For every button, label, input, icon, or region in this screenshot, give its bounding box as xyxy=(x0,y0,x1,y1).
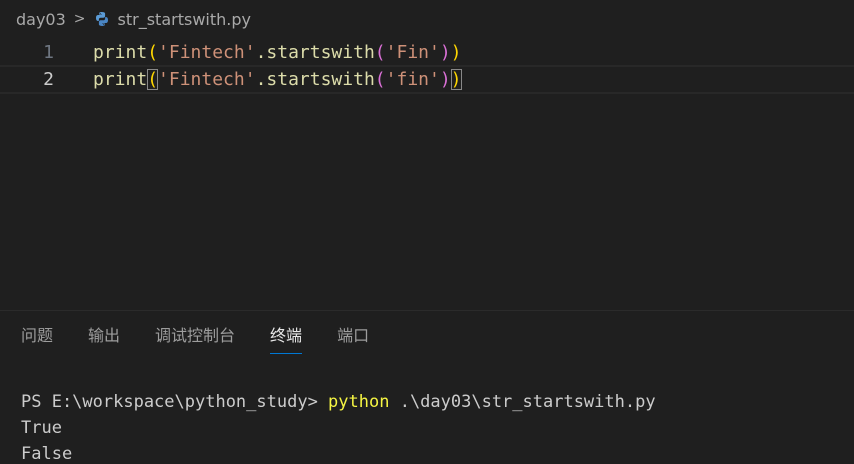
breadcrumb-folder[interactable]: day03 xyxy=(16,10,66,29)
code-token-bracket: ) xyxy=(439,42,451,63)
code-token-bracket: ) xyxy=(439,69,451,90)
panel-tab-bar: 问题 输出 调试控制台 终端 端口 xyxy=(0,311,854,361)
code-token-bracket: ( xyxy=(374,69,386,90)
line-number: 1 xyxy=(43,42,54,63)
chevron-right-icon: > xyxy=(73,11,86,27)
code-token-bracket-matched: ) xyxy=(450,69,462,90)
terminal-prompt: PS E:\workspace\python_study> xyxy=(21,392,329,412)
python-icon xyxy=(94,11,110,27)
terminal-output-line: False xyxy=(21,444,73,464)
terminal-args: .\day03\str_startswith.py xyxy=(389,392,656,412)
code-token-method: .startswith xyxy=(255,69,375,90)
breadcrumb: day03 > str_startswith.py xyxy=(0,0,854,38)
code-token-bracket: ( xyxy=(147,42,159,63)
code-token-string: 'fin' xyxy=(385,69,440,90)
breadcrumb-file[interactable]: str_startswith.py xyxy=(118,10,251,29)
code-token-function: print xyxy=(93,42,148,63)
terminal-command: python xyxy=(328,392,390,412)
terminal-command-line: PS E:\workspace\python_study> python .\d… xyxy=(21,389,841,415)
tab-debug-console[interactable]: 调试控制台 xyxy=(155,324,235,348)
code-editor[interactable]: 1 print('Fintech'.startswith('Fin')) 2 p… xyxy=(0,38,854,310)
code-token-bracket-matched: ( xyxy=(147,69,159,90)
tab-output[interactable]: 输出 xyxy=(88,324,120,348)
terminal-output-line: True xyxy=(21,418,62,438)
code-line[interactable]: 1 print('Fintech'.startswith('Fin')) xyxy=(0,38,854,67)
code-text[interactable]: print('Fintech'.startswith('fin')) xyxy=(93,67,462,92)
code-token-string: 'Fin' xyxy=(385,42,440,63)
code-token-method: .startswith xyxy=(255,42,375,63)
code-token-function: print xyxy=(93,69,148,90)
tab-ports[interactable]: 端口 xyxy=(337,324,369,348)
terminal[interactable]: PS E:\workspace\python_study> python .\d… xyxy=(21,389,841,464)
code-line-current[interactable]: 2 print('Fintech'.startswith('fin')) xyxy=(0,65,854,94)
code-token-string: 'Fintech' xyxy=(158,42,256,63)
code-token-bracket: ( xyxy=(374,42,386,63)
tab-problems[interactable]: 问题 xyxy=(21,324,53,348)
tab-terminal[interactable]: 终端 xyxy=(270,324,303,354)
code-text[interactable]: print('Fintech'.startswith('Fin')) xyxy=(93,38,462,67)
line-number: 2 xyxy=(43,69,54,90)
code-token-bracket: ) xyxy=(450,42,462,63)
code-token-string: 'Fintech' xyxy=(158,69,256,90)
